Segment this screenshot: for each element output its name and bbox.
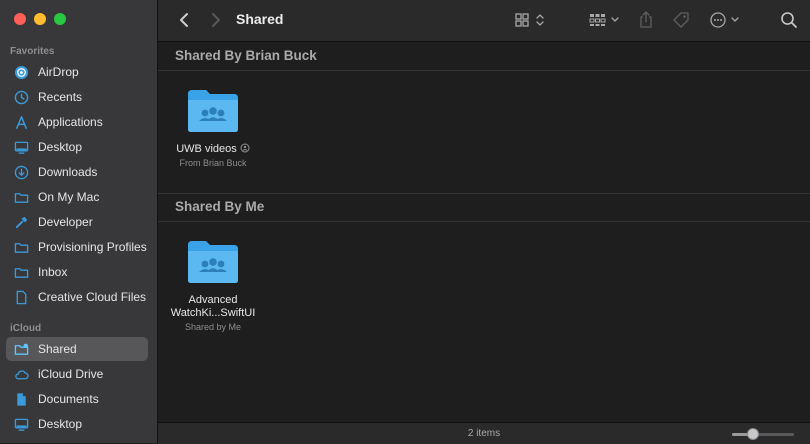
sidebar-item-desktop-icloud[interactable]: Desktop — [6, 412, 148, 436]
item-count: 2 items — [467, 428, 501, 439]
slider-knob[interactable] — [747, 428, 759, 440]
window-title: Shared — [236, 11, 284, 27]
document-icon — [12, 288, 30, 306]
sidebar-item-desktop[interactable]: Desktop — [6, 135, 148, 159]
cloud-icon — [12, 365, 30, 383]
window-controls — [14, 13, 66, 25]
sidebar-item-label: Documents — [38, 392, 99, 406]
sidebar-item-recents[interactable]: Recents — [6, 85, 148, 109]
shared-folder-icon — [12, 340, 30, 358]
shared-folder-icon — [188, 90, 238, 132]
download-icon — [12, 163, 30, 181]
forward-button[interactable] — [206, 10, 226, 30]
share-icon — [640, 11, 652, 28]
sidebar-item-label: Shared — [38, 342, 77, 356]
file-subtitle: Shared by Me — [184, 322, 242, 332]
file-name: Advanced WatchKi...SwiftUI — [170, 294, 256, 319]
group-header: Shared By Me — [158, 193, 810, 222]
file-name: UWB videos — [158, 143, 268, 156]
status-bar: 2 items — [158, 422, 810, 444]
maximize-window-button[interactable] — [54, 13, 66, 25]
sidebar-item-label: Creative Cloud Files — [38, 290, 147, 304]
folder-icon — [12, 188, 30, 206]
tag-button[interactable] — [670, 10, 692, 30]
sidebar-item-developer[interactable]: Developer — [6, 210, 148, 234]
group-header: Shared By Brian Buck — [158, 42, 810, 71]
group-title: Shared By Me — [175, 199, 265, 214]
airdrop-icon — [12, 63, 30, 81]
folder-item-advanced-watchkit[interactable]: Advanced WatchKi...SwiftUI Shared by Me — [158, 237, 268, 332]
shared-folder-icon — [188, 241, 238, 283]
sidebar-item-label: Downloads — [38, 165, 98, 179]
group-title: Shared By Brian Buck — [175, 48, 317, 63]
back-button[interactable] — [174, 10, 194, 30]
folder-icon — [12, 238, 30, 256]
sidebar-item-label: Inbox — [38, 265, 68, 279]
clock-icon — [12, 88, 30, 106]
hammer-icon — [12, 213, 30, 231]
sidebar-section-icloud: iCloud — [10, 323, 42, 334]
sidebar-item-label: Developer — [38, 215, 93, 229]
sidebar-item-downloads[interactable]: Downloads — [6, 160, 148, 184]
folder-icon — [12, 263, 30, 281]
sidebar-item-label: Desktop — [38, 417, 83, 431]
more-actions-button[interactable] — [709, 10, 743, 30]
sidebar-item-label: On My Mac — [38, 190, 100, 204]
desktop-icon — [12, 138, 30, 156]
toolbar: Shared — [158, 0, 810, 42]
view-mode-button[interactable] — [514, 10, 548, 30]
chevron-right-icon — [212, 13, 220, 27]
icon-view-grid-icon — [515, 13, 544, 27]
shared-badge-icon — [240, 143, 250, 153]
applications-icon — [12, 113, 30, 131]
sidebar-item-applications[interactable]: Applications — [6, 110, 148, 134]
file-subtitle: From Brian Buck — [179, 158, 247, 168]
file-browser-content: Shared By Brian Buck UWB videos From Bri… — [158, 42, 810, 422]
sidebar: Favorites AirDrop Recents Applications D… — [0, 0, 158, 443]
sidebar-item-icloud-drive[interactable]: iCloud Drive — [6, 362, 148, 386]
sidebar-item-label: Desktop — [38, 140, 83, 154]
sidebar-item-shared[interactable]: Shared — [6, 337, 148, 361]
sidebar-item-provisioning-profiles[interactable]: Provisioning Profiles — [6, 235, 148, 259]
sidebar-item-airdrop[interactable]: AirDrop — [6, 60, 148, 84]
folder-item-uwb-videos[interactable]: UWB videos From Brian Buck — [158, 86, 268, 168]
search-icon — [781, 12, 797, 28]
icon-size-slider[interactable] — [732, 428, 794, 440]
sidebar-section-favorites: Favorites — [10, 46, 55, 57]
desktop-icon — [12, 415, 30, 433]
sidebar-item-label: Applications — [38, 115, 103, 129]
sidebar-item-documents[interactable]: Documents — [6, 387, 148, 411]
minimize-window-button[interactable] — [34, 13, 46, 25]
tag-icon — [673, 12, 689, 28]
ellipsis-circle-icon — [710, 12, 739, 28]
group-grid-icon — [589, 14, 619, 26]
finder-window: Favorites AirDrop Recents Applications D… — [0, 0, 810, 444]
sidebar-item-label: AirDrop — [38, 65, 79, 79]
group-by-button[interactable] — [588, 10, 622, 30]
close-window-button[interactable] — [14, 13, 26, 25]
share-button[interactable] — [636, 10, 656, 30]
sidebar-item-on-my-mac[interactable]: On My Mac — [6, 185, 148, 209]
chevron-left-icon — [180, 13, 188, 27]
search-button[interactable] — [778, 10, 800, 30]
sidebar-item-label: Recents — [38, 90, 83, 104]
sidebar-item-creative-cloud-files[interactable]: Creative Cloud Files — [6, 285, 148, 309]
sidebar-item-label: Provisioning Profiles — [38, 240, 147, 254]
document-icon — [12, 390, 30, 408]
sidebar-item-label: iCloud Drive — [38, 367, 104, 381]
sidebar-item-inbox[interactable]: Inbox — [6, 260, 148, 284]
